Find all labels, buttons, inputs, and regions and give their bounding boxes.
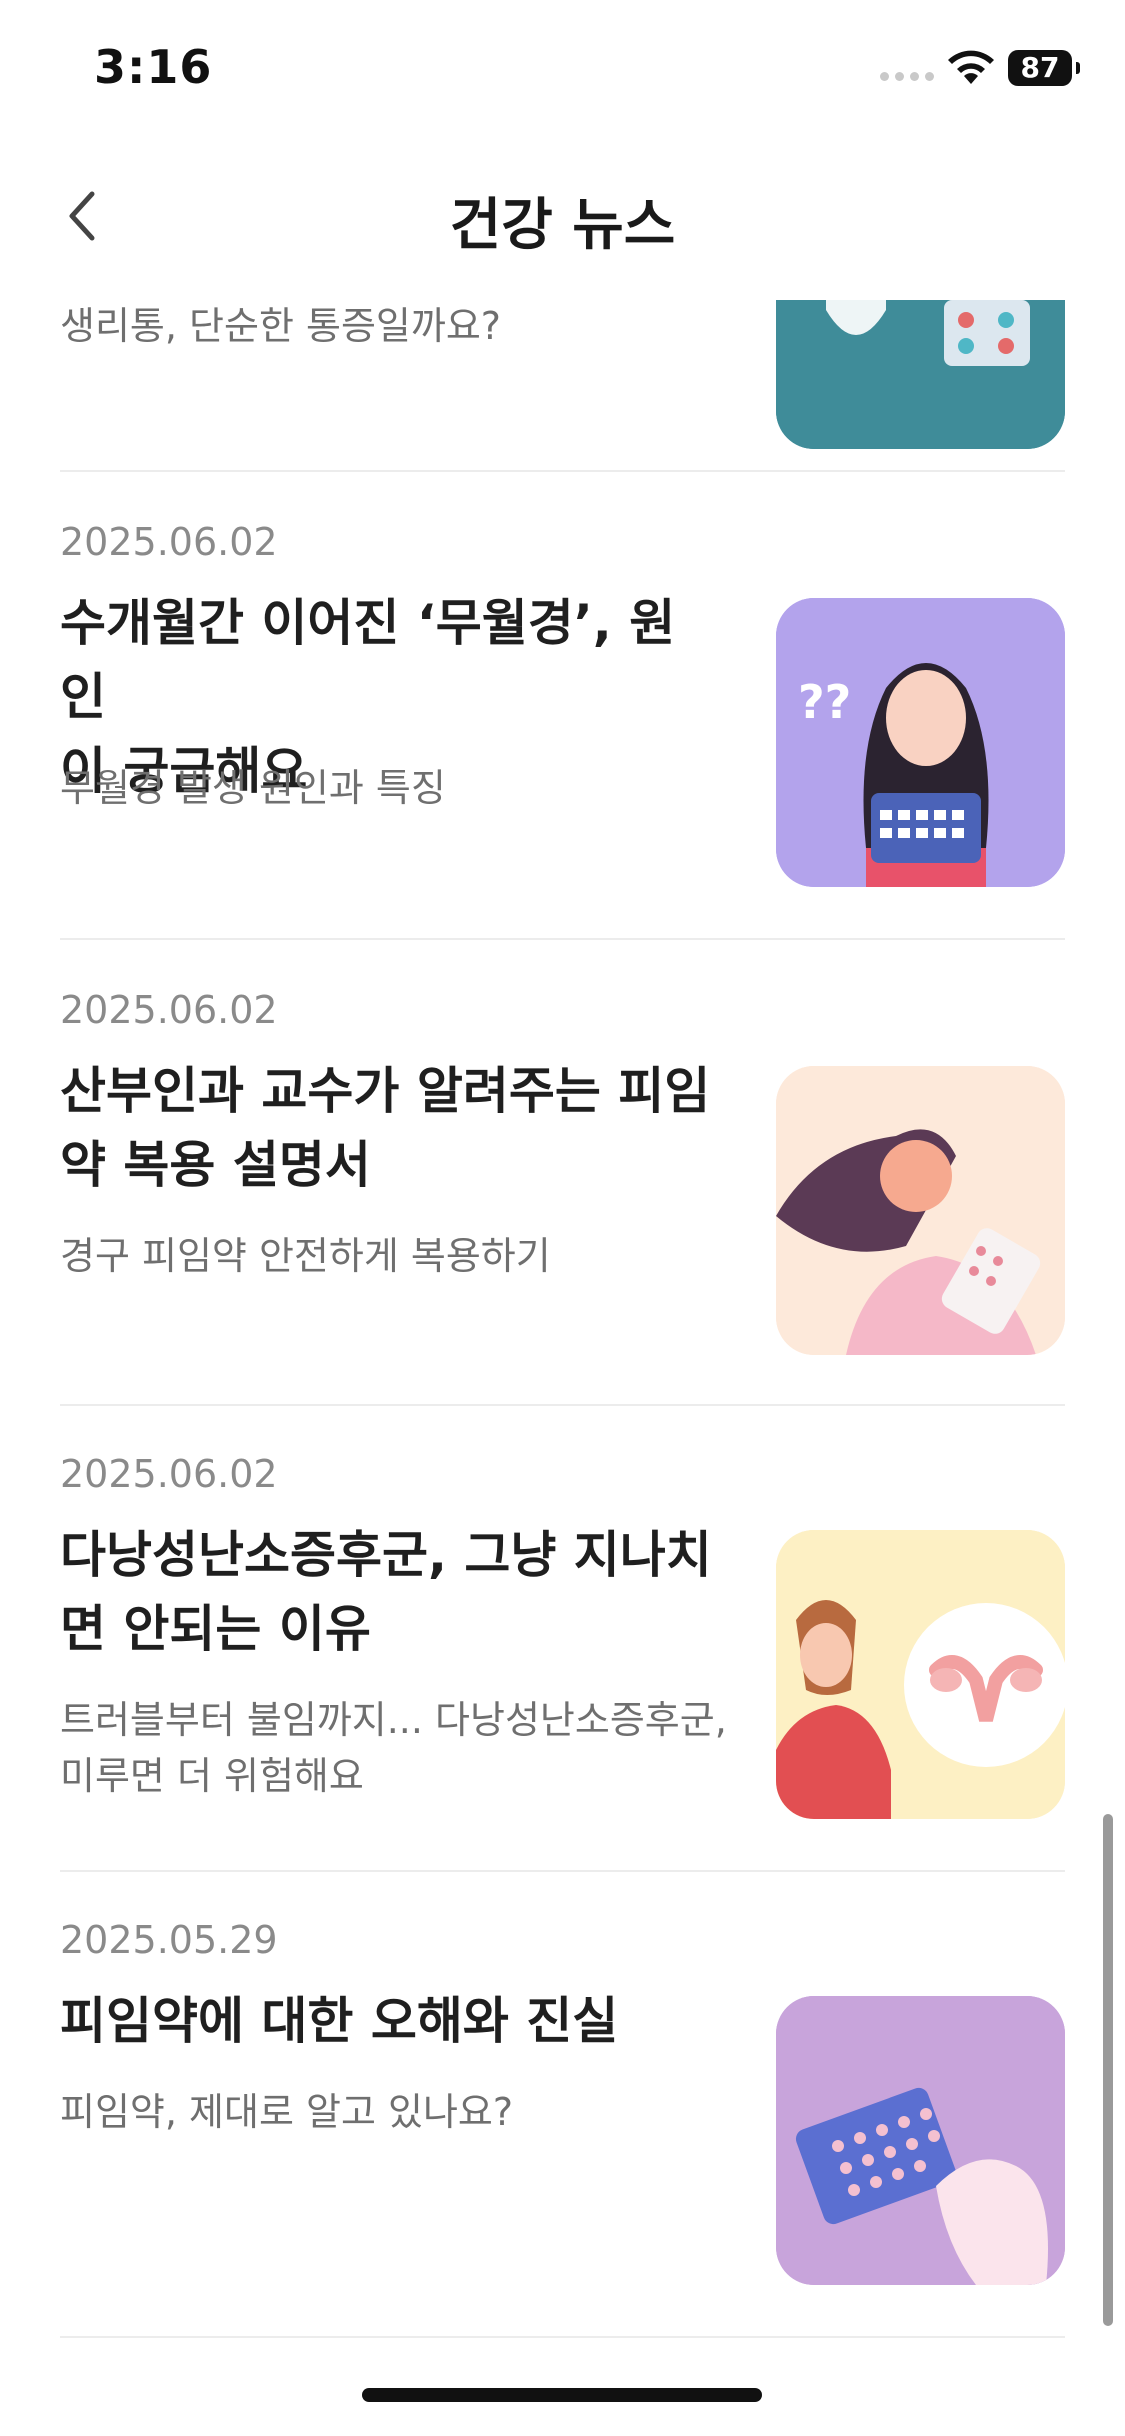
divider xyxy=(60,1870,1065,1872)
divider xyxy=(60,470,1065,472)
divider xyxy=(60,938,1065,940)
news-summary: 피임약, 제대로 알고 있나요? xyxy=(60,2090,514,2134)
news-item[interactable]: 2025.06.02 다낭성난소증후군, 그냥 지나치 면 안되는 이유 트러블… xyxy=(60,1452,1065,1872)
news-item[interactable]: 2025.06.02 산부인과 교수가 알려주는 피임 약 복용 설명서 경구 … xyxy=(60,988,1065,1388)
news-title: 다낭성난소증후군, 그냥 지나치 면 안되는 이유 xyxy=(60,1526,712,1658)
news-summary: 경구 피임약 안전하게 복용하기 xyxy=(60,1234,551,1278)
page-title: 건강 뉴스 xyxy=(449,193,676,258)
news-title: 산부인과 교수가 알려주는 피임 약 복용 설명서 xyxy=(60,1062,711,1194)
home-indicator[interactable] xyxy=(362,2388,762,2402)
news-date: 2025.06.02 xyxy=(60,1452,278,1496)
news-summary: 트러블부터 불임까지... 다낭성난소증후군, 미루면 더 위험해요 xyxy=(60,1698,727,1798)
scrollbar[interactable] xyxy=(1103,1814,1113,2326)
news-title: 피임약에 대한 오해와 진실 xyxy=(60,1992,619,2050)
news-date: 2025.06.02 xyxy=(60,520,278,564)
svg-text:??: ?? xyxy=(798,675,851,729)
news-thumbnail-pill-myths xyxy=(776,1996,1065,2285)
news-list: 생리통, 단순한 통증일까요? 2025.06.02 수개월간 이어진 ‘무월경… xyxy=(0,0,1125,2436)
news-summary: 생리통, 단순한 통증일까요? xyxy=(60,304,501,348)
news-date: 2025.06.02 xyxy=(60,988,278,1032)
news-summary: 무월경 발생 원인과 특징 xyxy=(60,766,446,810)
navigation-bar: 건강 뉴스 xyxy=(0,140,1125,300)
news-thumbnail-amenorrhea: ?? xyxy=(776,598,1065,887)
news-item[interactable]: 2025.06.02 수개월간 이어진 ‘무월경’, 원인 이 궁금해요 무월경… xyxy=(60,520,1065,920)
divider xyxy=(60,1404,1065,1406)
news-item[interactable]: 2025.05.29 피임약에 대한 오해와 진실 피임약, 제대로 알고 있나… xyxy=(60,1918,1065,2318)
news-thumbnail-pill-guide xyxy=(776,1066,1065,1355)
divider xyxy=(60,2336,1065,2338)
news-thumbnail-pcos xyxy=(776,1530,1065,1819)
news-date: 2025.05.29 xyxy=(60,1918,278,1962)
